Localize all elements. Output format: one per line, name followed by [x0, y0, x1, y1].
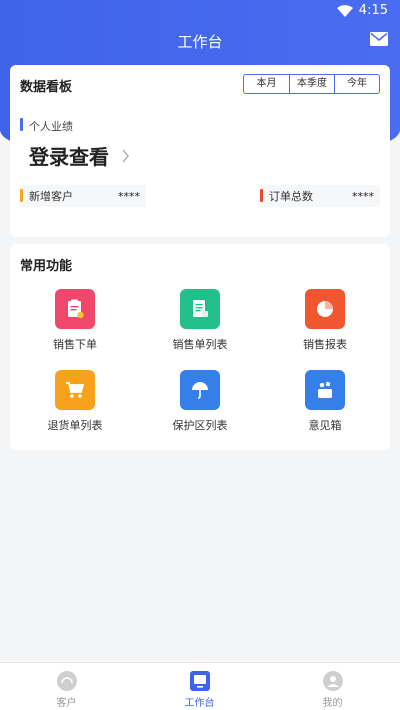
umbrella-icon — [180, 370, 220, 410]
chevron-right-icon — [122, 148, 130, 163]
functions-title: 常用功能 — [20, 259, 73, 274]
stat-label: 订单总数 — [269, 190, 313, 203]
func-protected-area-list[interactable]: 保护区列表 — [137, 370, 263, 433]
status-time: 4:15 — [358, 3, 388, 18]
page-title: 工作台 — [177, 33, 223, 51]
dashboard-title: 数据看板 — [20, 80, 73, 95]
profile-icon — [322, 671, 343, 691]
tab-label: 客户 — [56, 698, 77, 709]
func-label: 销售下单 — [53, 338, 97, 351]
common-functions-card: 常用功能 销售下单 销售单列表 销售报表 退货单列表 保护区列表 意见箱 — [10, 244, 390, 450]
mail-icon[interactable] — [370, 32, 388, 46]
tab-label: 工作台 — [184, 698, 215, 709]
tab-workbench[interactable]: 工作台 — [133, 663, 266, 710]
personal-performance-label: 个人业绩 — [20, 118, 73, 134]
tab-customers[interactable]: 客户 — [0, 663, 133, 710]
tab-profile[interactable]: 我的 — [266, 663, 399, 710]
workbench-icon — [189, 671, 210, 691]
period-option-quarter[interactable]: 本季度 — [289, 75, 334, 93]
status-bar: 4:15 — [0, 0, 400, 24]
period-option-year[interactable]: 今年 — [334, 75, 379, 93]
stat-label: 新增客户 — [29, 190, 73, 203]
func-sales-order-list[interactable]: 销售单列表 — [137, 289, 263, 352]
func-sales-order[interactable]: 销售下单 — [12, 289, 138, 352]
stat-value: **** — [118, 189, 140, 203]
login-to-view-link[interactable]: 登录查看 — [29, 141, 130, 170]
func-label: 保护区列表 — [172, 419, 228, 432]
document-list-icon — [180, 289, 220, 329]
customers-icon — [56, 671, 77, 691]
stat-value: **** — [352, 189, 374, 203]
func-label: 意见箱 — [308, 419, 342, 432]
order-clipboard-icon — [55, 289, 95, 329]
shopping-cart-icon — [55, 370, 95, 410]
func-feedback-box[interactable]: 意见箱 — [262, 370, 388, 433]
pie-chart-icon — [305, 289, 345, 329]
func-label: 销售单列表 — [172, 338, 228, 351]
stat-new-customers: 新增客户 **** — [20, 185, 146, 207]
func-label: 退货单列表 — [47, 419, 103, 432]
func-sales-report[interactable]: 销售报表 — [262, 289, 388, 352]
func-label: 销售报表 — [303, 338, 347, 351]
tab-label: 我的 — [322, 698, 343, 709]
wifi-icon — [336, 4, 353, 17]
func-return-order-list[interactable]: 退货单列表 — [12, 370, 138, 433]
title-bar: 工作台 — [0, 24, 400, 58]
feedback-box-icon — [305, 370, 345, 410]
dashboard-card: 数据看板 本月 本季度 今年 个人业绩 登录查看 新增客户 **** 订单总数 … — [10, 65, 390, 237]
period-option-month[interactable]: 本月 — [244, 75, 289, 93]
bottom-tab-bar: 客户 工作台 我的 — [0, 662, 400, 710]
period-selector: 本月 本季度 今年 — [243, 74, 380, 94]
login-to-view-text: 登录查看 — [29, 145, 109, 169]
stat-total-orders: 订单总数 **** — [260, 185, 380, 207]
